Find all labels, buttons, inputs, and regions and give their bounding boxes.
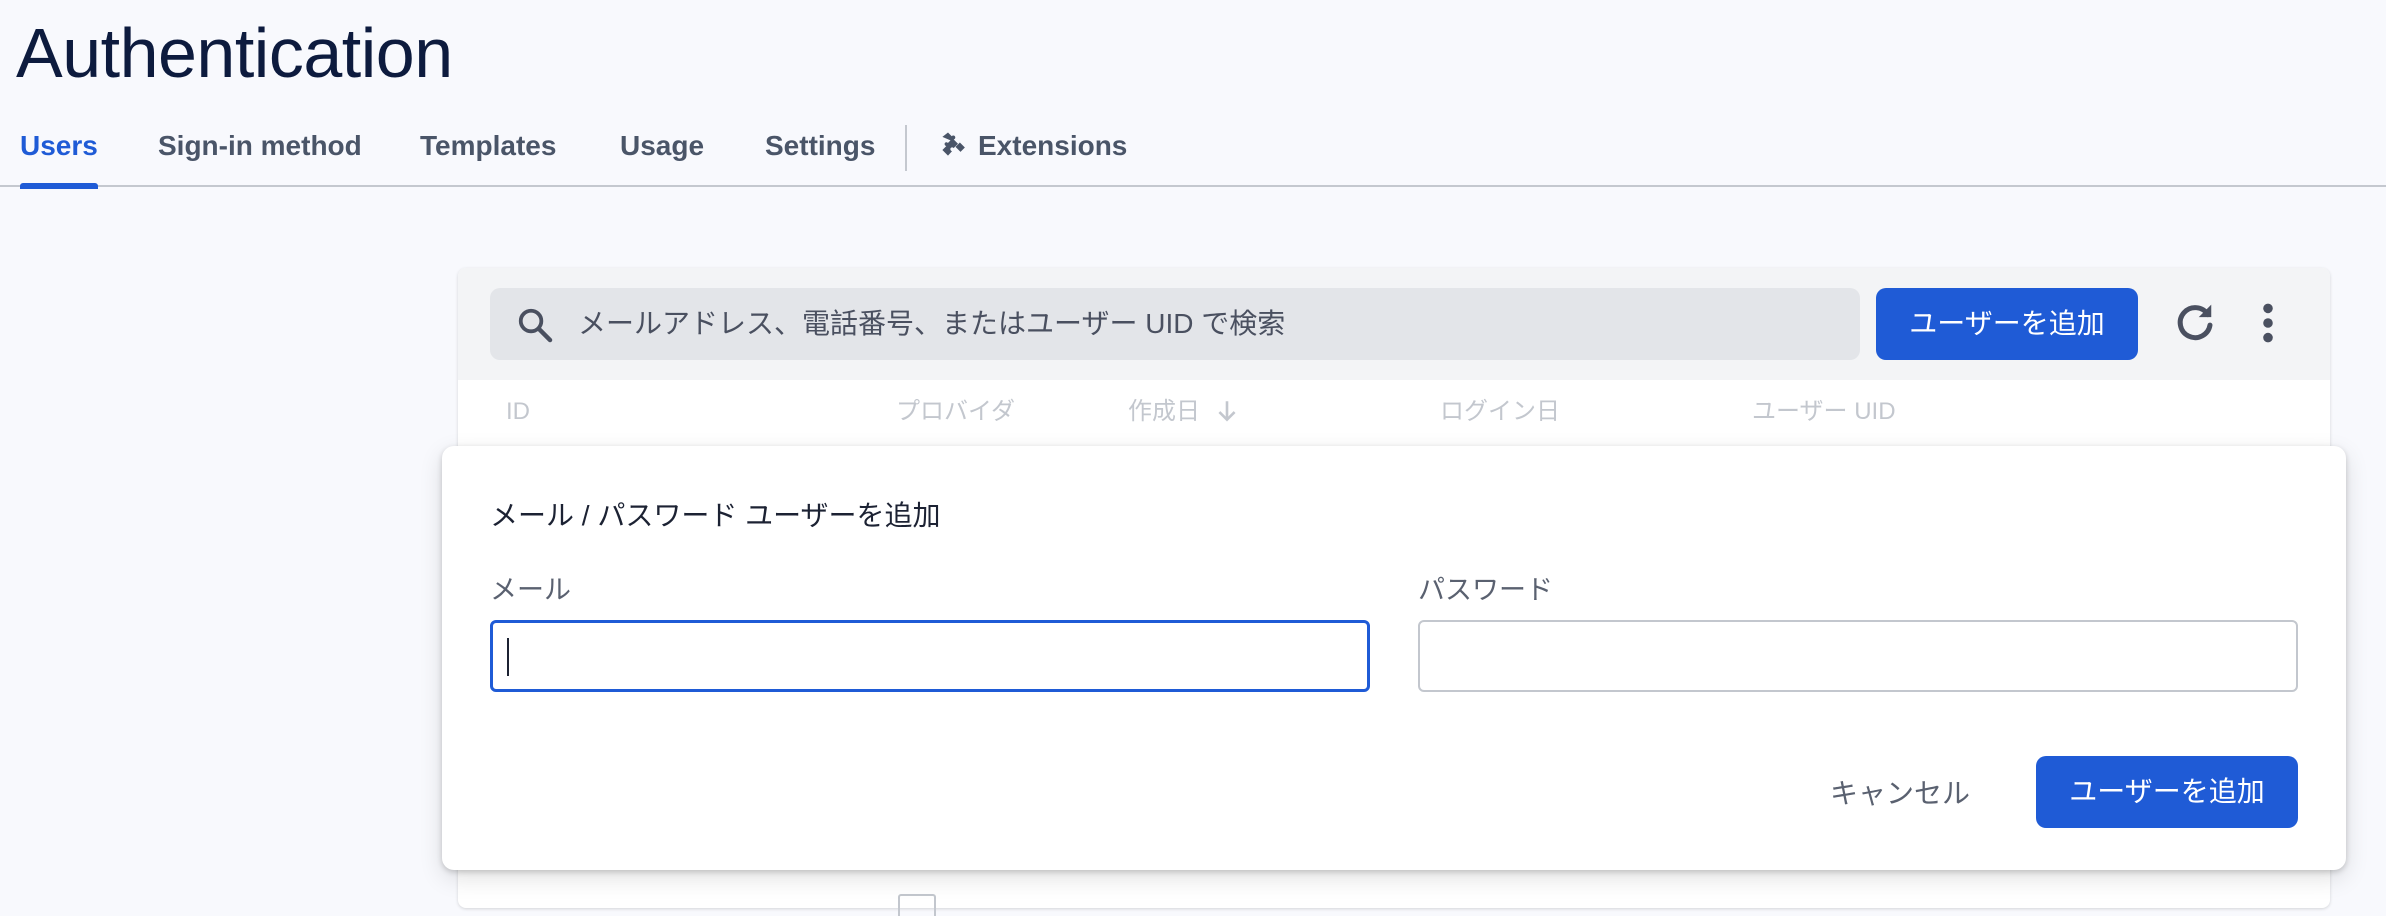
table-header: ID プロバイダ 作成日 ログイン日 ユーザー UID: [458, 380, 2330, 444]
tab-extensions[interactable]: Extensions: [938, 115, 1127, 187]
tab-divider: [905, 125, 907, 171]
search-placeholder: メールアドレス、電話番号、またはユーザー UID で検索: [578, 308, 1286, 339]
page-title: Authentication: [16, 14, 453, 92]
password-field[interactable]: [1418, 620, 2298, 692]
column-header-provider[interactable]: プロバイダ: [896, 380, 1015, 444]
search-icon: [518, 308, 553, 343]
tab-extensions-label: Extensions: [978, 130, 1128, 161]
more-vert-icon[interactable]: [2248, 298, 2288, 348]
tab-bar: Users Sign-in method Templates Usage Set…: [0, 115, 2386, 189]
arrow-down-icon: [1218, 400, 1236, 422]
add-user-button[interactable]: ユーザーを追加: [1876, 288, 2138, 360]
tab-usage[interactable]: Usage: [620, 115, 704, 187]
submit-add-user-button[interactable]: ユーザーを追加: [2036, 756, 2298, 828]
password-label: パスワード: [1418, 575, 1553, 605]
refresh-icon[interactable]: [2170, 298, 2220, 348]
column-header-created-label: 作成日: [1128, 398, 1200, 425]
cancel-button[interactable]: キャンセル: [1818, 758, 1982, 830]
tab-templates[interactable]: Templates: [420, 115, 556, 187]
email-label: メール: [490, 575, 571, 605]
column-header-created[interactable]: 作成日: [1128, 380, 1240, 444]
tab-users[interactable]: Users: [20, 115, 98, 189]
users-toolbar: メールアドレス、電話番号、またはユーザー UID で検索 ユーザーを追加: [458, 268, 2330, 380]
row-checkbox[interactable]: [898, 894, 936, 916]
text-caret: [507, 638, 509, 676]
puzzle-icon: [942, 132, 965, 156]
email-field[interactable]: [490, 620, 1370, 692]
column-header-user-uid[interactable]: ユーザー UID: [1752, 380, 1896, 444]
tab-settings[interactable]: Settings: [765, 115, 875, 187]
dialog-title: メール / パスワード ユーザーを追加: [490, 500, 941, 531]
column-header-signed-in[interactable]: ログイン日: [1440, 380, 1560, 444]
search-input[interactable]: メールアドレス、電話番号、またはユーザー UID で検索: [490, 288, 1860, 360]
tab-sign-in-method[interactable]: Sign-in method: [158, 115, 362, 187]
add-user-dialog: メール / パスワード ユーザーを追加 メール パスワード キャンセル ユーザー…: [442, 446, 2346, 870]
column-header-id[interactable]: ID: [506, 380, 530, 444]
